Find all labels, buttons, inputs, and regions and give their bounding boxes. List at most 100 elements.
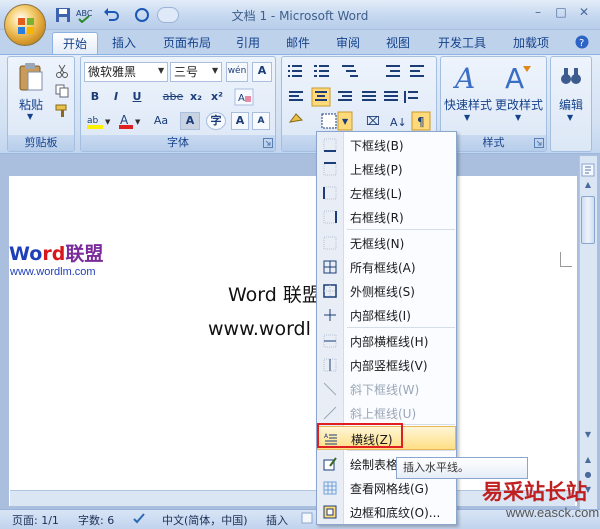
- highlight-color-icon[interactable]: ab ▼: [86, 112, 112, 130]
- menu-item-view-gridlines[interactable]: 查看网格线(G): [317, 476, 456, 500]
- styles-dialog-launcher-icon[interactable]: [534, 138, 544, 148]
- grow-font-button[interactable]: A: [231, 112, 249, 130]
- tab-references[interactable]: 引用: [228, 32, 268, 54]
- document-line-1: Word 联盟: [228, 284, 321, 306]
- menu-item-diagonal-down-border[interactable]: 斜下框线(W): [317, 377, 456, 401]
- scroll-down-arrow-icon[interactable]: ▼: [581, 430, 595, 442]
- font-name-combo[interactable]: 微软雅黑: [84, 62, 168, 82]
- tab-mailings[interactable]: 邮件: [278, 32, 318, 54]
- status-insert-mode[interactable]: 插入: [266, 512, 288, 528]
- scroll-up-arrow-icon[interactable]: ▲: [581, 180, 595, 192]
- paste-label: 粘贴: [18, 98, 43, 112]
- change-styles-button[interactable]: A 更改样式 ▼: [493, 60, 545, 130]
- tab-addins[interactable]: 加载项: [505, 32, 557, 54]
- font-color-icon[interactable]: A ▼: [118, 112, 142, 130]
- format-painter-icon[interactable]: [55, 104, 69, 118]
- save-icon[interactable]: [55, 7, 71, 23]
- previous-page-icon[interactable]: ▲: [581, 455, 595, 467]
- tab-insert[interactable]: 插入: [104, 32, 144, 54]
- undo-icon[interactable]: [103, 7, 119, 23]
- outside-borders-icon: [323, 284, 337, 298]
- menu-item-inside-vertical-border[interactable]: 内部竖框线(V): [317, 353, 456, 377]
- tab-review[interactable]: 审阅: [328, 32, 368, 54]
- svg-text:¶: ¶: [417, 115, 425, 129]
- ruler-toggle-icon[interactable]: [581, 163, 595, 177]
- clear-formatting-icon[interactable]: A: [234, 88, 254, 106]
- close-button[interactable]: ✕: [574, 5, 594, 21]
- margin-corner-mark: [560, 252, 572, 267]
- status-language[interactable]: 中文(简体，中国): [162, 512, 248, 528]
- tab-page-layout[interactable]: 页面布局: [155, 32, 219, 54]
- svg-text:A: A: [505, 62, 524, 92]
- character-shading-button[interactable]: A: [180, 112, 200, 130]
- enclose-characters-button[interactable]: 字: [206, 112, 226, 130]
- paragraph-buttons-icon[interactable]: ▼ ⌧ A↓ ¶: [286, 62, 434, 132]
- status-page[interactable]: 页面: 1/1: [12, 512, 59, 528]
- menu-item-borders-and-shading[interactable]: 边框和底纹(O)...: [317, 500, 456, 524]
- menu-item-right-border[interactable]: 右框线(R): [317, 205, 456, 229]
- tab-view[interactable]: 视图: [378, 32, 418, 54]
- menu-separator: [347, 327, 455, 328]
- proofing-icon[interactable]: [132, 511, 146, 525]
- diagonal-down-border-icon: [323, 382, 337, 396]
- window-title: 文档 1 - Microsoft Word: [231, 9, 369, 23]
- menu-item-label: 内部横框线(H): [350, 335, 429, 349]
- menu-item-inside-borders[interactable]: 内部框线(I): [317, 303, 456, 327]
- qat-customize-button[interactable]: [157, 7, 179, 23]
- quick-styles-button[interactable]: A 快速样式 ▼: [443, 60, 493, 130]
- phonetic-guide-button[interactable]: wén: [226, 62, 248, 82]
- scroll-thumb[interactable]: [581, 196, 595, 244]
- left-border-icon: [323, 186, 337, 200]
- superscript-button[interactable]: x²: [208, 88, 226, 106]
- menu-item-top-border[interactable]: 上框线(P): [317, 157, 456, 181]
- logo-word-cn: 联盟: [65, 243, 104, 265]
- menu-item-bottom-border[interactable]: 下框线(B): [317, 133, 456, 157]
- inside-horizontal-border-icon: [323, 334, 337, 348]
- minimize-button[interactable]: –: [528, 5, 548, 21]
- menu-item-outside-borders[interactable]: 外侧框线(S): [317, 279, 456, 303]
- menu-item-label: 下框线(B): [350, 139, 404, 153]
- quick-styles-label: 快速样式: [443, 98, 492, 112]
- right-border-icon: [323, 210, 337, 224]
- italic-button[interactable]: I: [107, 88, 125, 106]
- help-icon[interactable]: ?: [575, 35, 589, 49]
- no-border-icon: [323, 236, 337, 250]
- maximize-button[interactable]: □: [551, 5, 571, 21]
- font-name-dropdown-icon[interactable]: ▼: [158, 66, 164, 75]
- font-dialog-launcher-icon[interactable]: [263, 138, 273, 148]
- svg-text:A: A: [453, 62, 475, 92]
- underline-button[interactable]: U: [128, 88, 146, 106]
- office-button[interactable]: [4, 4, 46, 46]
- font-size-dropdown-icon[interactable]: ▼: [212, 66, 218, 75]
- watermark-url: www.easck.com: [506, 505, 600, 520]
- shrink-font-button[interactable]: A: [252, 112, 270, 130]
- svg-text:ab: ab: [87, 116, 99, 126]
- macro-record-icon[interactable]: [300, 511, 314, 525]
- menu-item-all-borders[interactable]: 所有框线(A): [317, 255, 456, 279]
- change-case-button[interactable]: Aa: [148, 112, 174, 130]
- character-border-button[interactable]: A: [252, 62, 272, 82]
- spelling-check-icon[interactable]: ABC: [76, 7, 92, 23]
- wordlm-logo: Word联盟: [9, 243, 103, 265]
- copy-icon[interactable]: [55, 84, 69, 98]
- redo-icon[interactable]: [134, 7, 150, 23]
- menu-item-diagonal-up-border[interactable]: 斜上框线(U): [317, 401, 456, 425]
- subscript-button[interactable]: x₂: [187, 88, 205, 106]
- editing-button[interactable]: 编辑 ▼: [551, 60, 591, 130]
- menu-separator: [347, 450, 455, 451]
- bold-button[interactable]: B: [86, 88, 104, 106]
- menu-item-left-border[interactable]: 左框线(L): [317, 181, 456, 205]
- paste-button[interactable]: 粘贴 ▼: [12, 62, 50, 130]
- office-logo-icon: [18, 18, 34, 34]
- tab-developer[interactable]: 开发工具: [430, 32, 494, 54]
- watermark-text: 易采站长站: [482, 479, 587, 504]
- menu-item-inside-horizontal-border[interactable]: 内部横框线(H): [317, 329, 456, 353]
- strikethrough-button[interactable]: abe: [160, 88, 186, 106]
- status-word-count[interactable]: 字数: 6: [78, 512, 114, 528]
- menu-separator: [347, 229, 455, 230]
- svg-text:ABC: ABC: [76, 9, 92, 18]
- tab-home[interactable]: 开始: [52, 32, 98, 54]
- menu-item-label: 右框线(R): [350, 211, 404, 225]
- menu-item-no-border[interactable]: 无框线(N): [317, 231, 456, 255]
- cut-icon[interactable]: [55, 64, 69, 78]
